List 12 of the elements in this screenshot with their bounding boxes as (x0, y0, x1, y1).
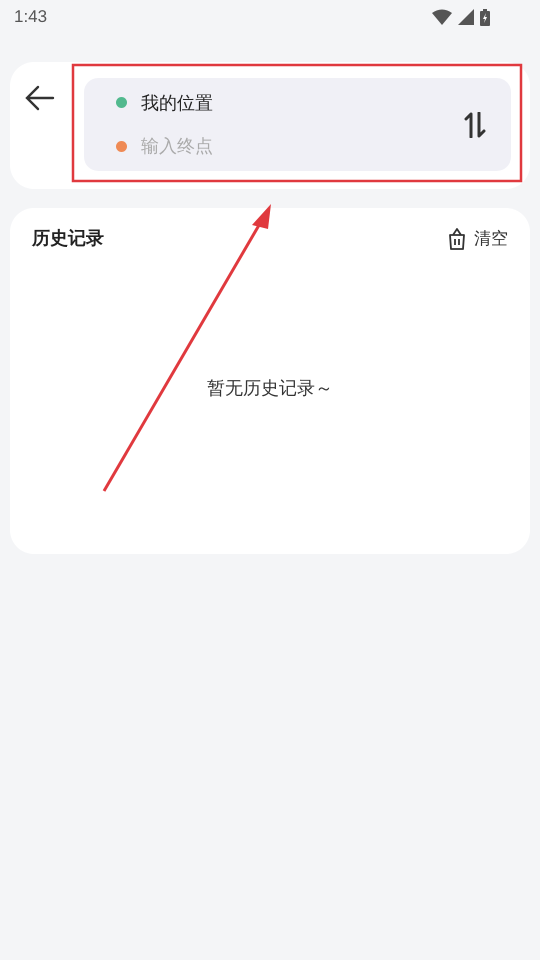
location-field[interactable]: 输入终点 (141, 130, 361, 164)
trash-icon (448, 228, 466, 250)
signal-icon (458, 9, 474, 25)
empty-message: 暂无历史记录～ (207, 376, 333, 400)
back-arrow-icon (25, 85, 55, 111)
history-title: 历史记录 (32, 227, 104, 250)
swap-icon (464, 112, 486, 138)
wifi-icon (432, 9, 452, 25)
battery-icon (480, 8, 490, 26)
status-time: 1:43 (14, 6, 48, 28)
location-field[interactable]: 我的位置 (141, 86, 361, 120)
clear-button[interactable]: 清空 (448, 226, 508, 252)
